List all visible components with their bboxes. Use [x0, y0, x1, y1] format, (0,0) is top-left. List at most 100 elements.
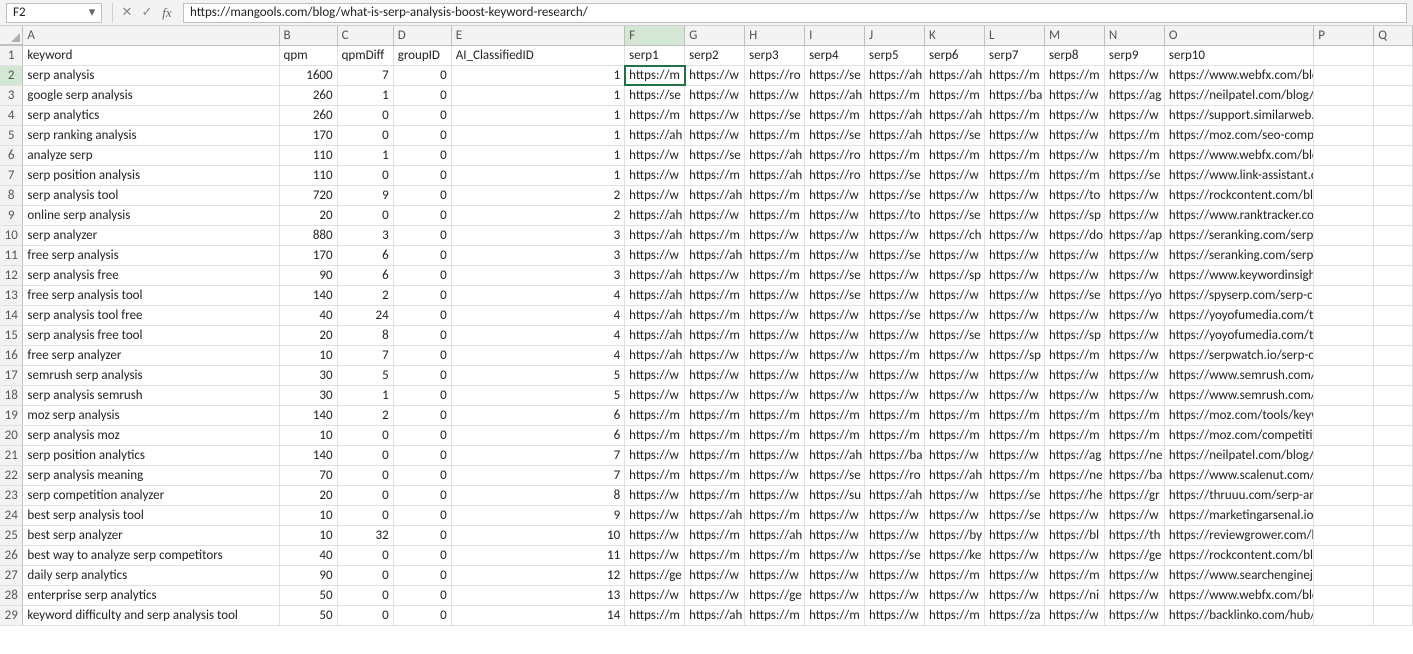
row-header-11[interactable]: 11	[0, 246, 23, 265]
cell[interactable]	[1374, 106, 1413, 125]
cell[interactable]: https://ba	[1105, 466, 1165, 485]
cell[interactable]: https://ne	[1105, 446, 1165, 465]
cell[interactable]: 0	[394, 86, 452, 105]
cell[interactable]: https://m	[1105, 406, 1165, 425]
cell[interactable]	[1374, 326, 1413, 345]
cell[interactable]: https://w	[985, 226, 1045, 245]
cell[interactable]: https://sp	[925, 266, 985, 285]
cell[interactable]	[1374, 526, 1413, 545]
cell[interactable]: https://w	[1045, 506, 1105, 525]
cell[interactable]: 10	[452, 526, 625, 545]
cell[interactable]: https://w	[1105, 206, 1165, 225]
cell[interactable]: https://seranking.com/serp-tra	[1165, 226, 1314, 245]
cell[interactable]	[1314, 606, 1374, 625]
cell[interactable]: https://w	[805, 246, 865, 265]
cell[interactable]: https://bl	[1045, 526, 1105, 545]
cell[interactable]: https://spyserp.com/serp-che	[1165, 286, 1314, 305]
cell[interactable]	[1374, 126, 1413, 145]
cell[interactable]: 0	[394, 266, 452, 285]
cell[interactable]: 0	[394, 566, 452, 585]
cell[interactable]: https://m	[625, 466, 685, 485]
cell[interactable]	[1314, 326, 1374, 345]
cell[interactable]: https://m	[925, 606, 985, 625]
cell[interactable]: https://se	[925, 326, 985, 345]
col-header-F[interactable]: F	[625, 26, 685, 45]
cell[interactable]: https://m	[625, 106, 685, 125]
cell[interactable]: https://www.semrush.com/blo	[1165, 366, 1314, 385]
cell[interactable]: 90	[280, 266, 338, 285]
cell[interactable]: https://w	[985, 526, 1045, 545]
cell[interactable]: https://www.webfx.com/blog/	[1165, 146, 1314, 165]
cell[interactable]: free serp analysis tool	[23, 286, 279, 305]
cell[interactable]: https://w	[1045, 126, 1105, 145]
cell[interactable]: https://m	[985, 426, 1045, 445]
cell[interactable]: https://w	[985, 286, 1045, 305]
cell[interactable]: https://he	[1045, 486, 1105, 505]
cell[interactable]: https://m	[865, 426, 925, 445]
cell[interactable]: https://w	[685, 66, 745, 85]
cell[interactable]	[1314, 466, 1374, 485]
cell[interactable]: https://m	[685, 466, 745, 485]
cell[interactable]: https://m	[1045, 566, 1105, 585]
cell[interactable]: serp7	[985, 46, 1045, 65]
cell[interactable]: https://m	[805, 406, 865, 425]
cell[interactable]	[1314, 526, 1374, 545]
cell[interactable]: https://se	[805, 66, 865, 85]
cell[interactable]: https://w	[925, 346, 985, 365]
col-header-J[interactable]: J	[865, 26, 925, 45]
cell[interactable]: https://w	[985, 586, 1045, 605]
cell[interactable]: serp analysis free tool	[23, 326, 279, 345]
cell[interactable]	[1374, 286, 1413, 305]
cell[interactable]: https://w	[1105, 506, 1165, 525]
cell[interactable]	[1374, 226, 1413, 245]
cell[interactable]	[1374, 186, 1413, 205]
col-header-M[interactable]: M	[1045, 26, 1105, 45]
cell[interactable]	[1374, 46, 1413, 65]
cell[interactable]	[1374, 506, 1413, 525]
cell[interactable]: https://su	[805, 486, 865, 505]
cell[interactable]: https://w	[985, 326, 1045, 345]
cell[interactable]: serp analytics	[23, 106, 279, 125]
cell[interactable]	[1374, 206, 1413, 225]
cell[interactable]: https://w	[805, 326, 865, 345]
cell[interactable]: https://w	[865, 366, 925, 385]
cell[interactable]	[1374, 246, 1413, 265]
cell[interactable]: 0	[394, 426, 452, 445]
cell[interactable]: https://w	[925, 446, 985, 465]
cell[interactable]: https://m	[1105, 426, 1165, 445]
cell[interactable]: https://w	[745, 386, 805, 405]
cell[interactable]: 30	[280, 366, 338, 385]
cell[interactable]: https://m	[1045, 346, 1105, 365]
cell[interactable]: 2	[338, 286, 394, 305]
cell[interactable]: https://ah	[745, 146, 805, 165]
cell[interactable]: https://m	[745, 506, 805, 525]
cell[interactable]: https://w	[1105, 566, 1165, 585]
row-header-14[interactable]: 14	[0, 306, 23, 325]
cell[interactable]: 8	[338, 326, 394, 345]
cell[interactable]: https://m	[685, 546, 745, 565]
cell[interactable]	[1374, 86, 1413, 105]
cell[interactable]: https://serpwatch.io/serp-che	[1165, 346, 1314, 365]
cell[interactable]: keyword	[23, 46, 279, 65]
cell[interactable]: https://w	[1105, 386, 1165, 405]
cell[interactable]: https://w	[685, 386, 745, 405]
cell[interactable]: 0	[338, 586, 394, 605]
cell[interactable]: serp9	[1105, 46, 1165, 65]
row-header-21[interactable]: 21	[0, 446, 23, 465]
cell[interactable]: https://neilpatel.com/blog/se	[1165, 446, 1314, 465]
cell[interactable]: https://ah	[625, 346, 685, 365]
row-header-3[interactable]: 3	[0, 86, 23, 105]
cell[interactable]: 11	[452, 546, 625, 565]
cell[interactable]: https://w	[745, 326, 805, 345]
row-header-25[interactable]: 25	[0, 526, 23, 545]
cell[interactable]: 30	[280, 386, 338, 405]
cell[interactable]: https://w	[925, 386, 985, 405]
cell[interactable]: https://se	[865, 186, 925, 205]
cell[interactable]: https://sp	[1045, 326, 1105, 345]
spreadsheet-grid[interactable]: ABCDEFGHIJKLMNOPQ1keywordqpmqpmDiffgroup…	[0, 26, 1413, 626]
cell[interactable]: 8	[452, 486, 625, 505]
cell[interactable]: https://w	[805, 226, 865, 245]
cell[interactable]	[1374, 66, 1413, 85]
cell[interactable]	[1314, 226, 1374, 245]
cell[interactable]: https://w	[865, 326, 925, 345]
